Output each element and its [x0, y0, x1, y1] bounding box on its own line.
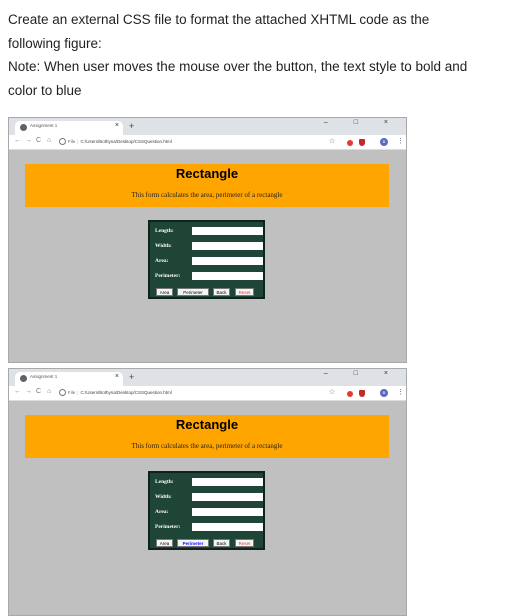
- header-box: Rectangle This form calculates the area,…: [25, 164, 389, 207]
- width-row: Width:: [154, 493, 264, 503]
- reset-button[interactable]: Reset: [235, 539, 254, 547]
- tab-title: Assignment 1: [30, 374, 58, 379]
- forward-icon[interactable]: →: [25, 137, 32, 144]
- browser-toolbar: ← → C ⌂ File | C:/Users/Bothyna/Desktop/CS…: [9, 386, 406, 401]
- address-bar[interactable]: File | C:/Users/Bothyna/Desktop/CSSQuestio…: [59, 388, 327, 397]
- page-viewport: Rectangle This form calculates the area,…: [9, 150, 406, 362]
- tab-assignment[interactable]: Assignment 1 ×: [15, 372, 123, 386]
- shield-icon[interactable]: [359, 139, 365, 146]
- area-label: Area:: [155, 509, 169, 515]
- address-bar[interactable]: File | C:/Users/Bothyna/Desktop/CSSQuestio…: [59, 137, 327, 146]
- forward-icon[interactable]: →: [25, 388, 32, 395]
- rectangle-form: Length: Width: Area: Perimeter: Area Per…: [148, 471, 265, 550]
- close-icon[interactable]: ×: [115, 373, 119, 380]
- page-title: Rectangle: [175, 417, 239, 432]
- page-description: This form calculates the area, perimeter…: [131, 442, 283, 450]
- perimeter-button[interactable]: Perimeter: [177, 288, 209, 296]
- question-text: Create an external CSS file to format th…: [8, 8, 513, 102]
- area-row: Area:: [154, 257, 264, 267]
- info-icon: [59, 389, 66, 397]
- page-title: Rectangle: [175, 166, 239, 181]
- header-box: Rectangle This form calculates the area,…: [25, 415, 389, 458]
- question-line-1: Create an external CSS file to format th…: [8, 12, 430, 27]
- width-label: Width:: [155, 494, 172, 500]
- shield-icon[interactable]: [359, 390, 365, 397]
- length-label: Length:: [155, 479, 174, 485]
- url-scheme: File: [68, 390, 76, 395]
- width-row: Width:: [154, 242, 264, 252]
- tab-title: Assignment 1: [30, 123, 58, 128]
- back-icon[interactable]: ←: [14, 388, 21, 395]
- perimeter-input[interactable]: [192, 523, 263, 531]
- length-row: Length:: [154, 227, 264, 237]
- perimeter-label: Perimeter:: [155, 524, 181, 530]
- window-controls[interactable]: – □ ×: [324, 370, 400, 377]
- browser-screenshot-normal: Assignment 1 × + – □ × ← → C ⌂ File | C:/U…: [8, 117, 407, 363]
- avatar[interactable]: B: [380, 389, 388, 397]
- window-controls[interactable]: – □ ×: [324, 119, 400, 126]
- extension-icon[interactable]: [347, 391, 353, 397]
- width-input[interactable]: [192, 242, 263, 250]
- question-line-4: color to blue: [8, 82, 82, 98]
- width-input[interactable]: [192, 493, 263, 501]
- back-button[interactable]: Back: [213, 288, 230, 296]
- url-separator: |: [77, 139, 79, 144]
- close-icon[interactable]: ×: [115, 122, 119, 129]
- area-input[interactable]: [192, 257, 263, 265]
- url-text: C:/Users/Bothyna/Desktop/CSSQuestion.htm…: [80, 139, 172, 144]
- area-input[interactable]: [192, 508, 263, 516]
- rectangle-form: Length: Width: Area: Perimeter: Area Per…: [148, 220, 265, 299]
- star-icon[interactable]: ☆: [329, 137, 335, 146]
- tab-assignment[interactable]: Assignment 1 ×: [15, 121, 123, 135]
- area-label: Area:: [155, 258, 169, 264]
- length-input[interactable]: [192, 478, 263, 486]
- reload-icon[interactable]: C: [36, 388, 41, 395]
- reload-icon[interactable]: C: [36, 137, 41, 144]
- home-icon[interactable]: ⌂: [47, 388, 51, 395]
- home-icon[interactable]: ⌂: [47, 137, 51, 144]
- menu-icon[interactable]: ⋮: [397, 388, 404, 397]
- question-line-3: Note: When user moves the mouse over the…: [8, 59, 468, 74]
- url-separator: |: [77, 390, 79, 395]
- browser-toolbar: ← → C ⌂ File | C:/Users/Bothyna/Desktop/CS…: [9, 135, 406, 150]
- area-row: Area:: [154, 508, 264, 518]
- page-viewport: Rectangle This form calculates the area,…: [9, 401, 406, 615]
- info-icon: [59, 138, 66, 146]
- back-icon[interactable]: ←: [14, 137, 21, 144]
- length-row: Length:: [154, 478, 264, 488]
- perimeter-row: Perimeter:: [154, 523, 264, 533]
- url-scheme: File: [68, 139, 76, 144]
- tab-strip: Assignment 1 × + – □ ×: [9, 369, 406, 386]
- perimeter-label: Perimeter:: [155, 273, 181, 279]
- globe-icon: [20, 375, 27, 382]
- page-description: This form calculates the area, perimeter…: [131, 191, 283, 199]
- url-text: C:/Users/Bothyna/Desktop/CSSQuestion.htm…: [80, 390, 172, 395]
- length-label: Length:: [155, 228, 174, 234]
- menu-icon[interactable]: ⋮: [397, 137, 404, 146]
- reset-button[interactable]: Reset: [235, 288, 254, 296]
- question-line-2: following figure:: [8, 35, 102, 51]
- perimeter-row: Perimeter:: [154, 272, 264, 282]
- length-input[interactable]: [192, 227, 263, 235]
- new-tab-button[interactable]: +: [129, 372, 134, 382]
- width-label: Width:: [155, 243, 172, 249]
- tab-strip: Assignment 1 × + – □ ×: [9, 118, 406, 135]
- perimeter-button[interactable]: Perimeter: [177, 539, 209, 547]
- area-button[interactable]: Area: [156, 539, 173, 547]
- browser-screenshot-hover: Assignment 1 × + – □ × ← → C ⌂ File | C:/U…: [8, 368, 407, 616]
- area-button[interactable]: Area: [156, 288, 173, 296]
- perimeter-input[interactable]: [192, 272, 263, 280]
- avatar[interactable]: B: [380, 138, 388, 146]
- back-button[interactable]: Back: [213, 539, 230, 547]
- globe-icon: [20, 124, 27, 131]
- extension-icon[interactable]: [347, 140, 353, 146]
- star-icon[interactable]: ☆: [329, 388, 335, 397]
- new-tab-button[interactable]: +: [129, 121, 134, 131]
